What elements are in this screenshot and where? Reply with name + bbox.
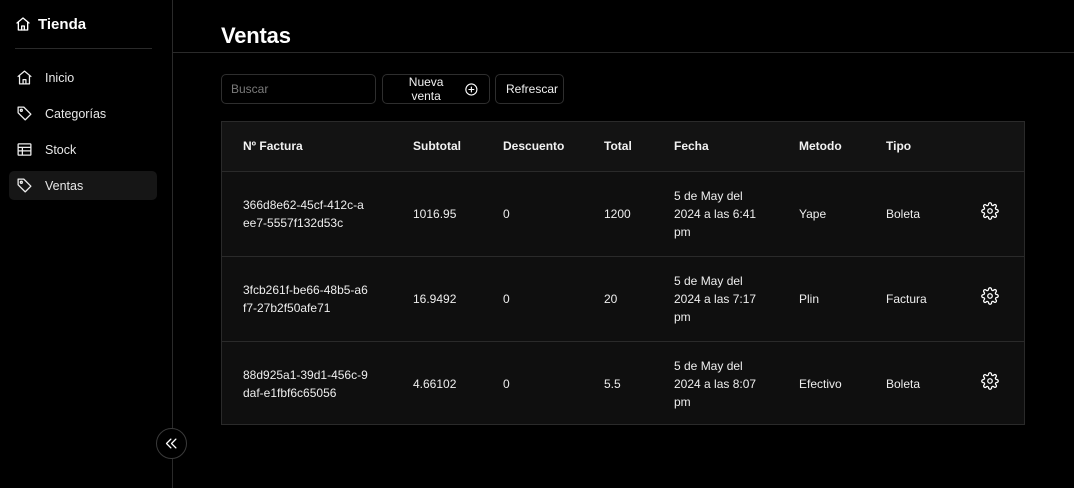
sidebar-item-inicio[interactable]: Inicio — [9, 63, 157, 92]
sidebar: Tienda Inicio Categorías Stock Ventas — [0, 0, 173, 488]
column-header-descuento: Descuento — [503, 122, 604, 172]
page-title: Ventas — [221, 23, 291, 48]
new-sale-button[interactable]: Nueva venta — [382, 74, 490, 104]
cell-subtotal: 4.66102 — [413, 376, 457, 391]
sidebar-item-label: Categorías — [45, 106, 107, 121]
cell-factura: 366d8e62-45cf-412c-aee7-5557f132d53c — [243, 197, 364, 230]
cell-descuento: 0 — [503, 376, 510, 391]
refresh-label: Refrescar — [506, 82, 559, 96]
cell-descuento: 0 — [503, 171, 604, 257]
brand[interactable]: Tienda — [15, 14, 86, 34]
sidebar-item-stock[interactable]: Stock — [9, 135, 157, 164]
divider — [173, 52, 1074, 53]
chevrons-left-icon — [165, 438, 177, 449]
cell-metodo: Yape — [799, 171, 886, 257]
cell-total: 20 — [604, 256, 674, 342]
table-row[interactable]: 366d8e62-45cf-412c-aee7-5557f132d53c 101… — [222, 171, 1024, 257]
cell-metodo: Plin — [799, 256, 886, 342]
tag-icon — [17, 106, 32, 121]
cell-subtotal: 1016.95 — [413, 171, 503, 257]
settings-gear-icon[interactable] — [981, 202, 999, 220]
column-header-tipo: Tipo — [886, 122, 976, 172]
column-header-subtotal: Subtotal — [413, 122, 503, 172]
sidebar-item-label: Ventas — [45, 178, 84, 193]
column-header-actions — [976, 122, 1024, 172]
table-row[interactable]: 3fcb261f-be66-48b5-a6f7-27b2f50afe71 16.… — [222, 256, 1024, 342]
cell-descuento: 0 — [503, 256, 604, 342]
sidebar-item-label: Stock — [45, 142, 77, 157]
sidebar-item-label: Inicio — [45, 70, 75, 85]
column-header-factura: Nº Factura — [222, 122, 413, 172]
cell-subtotal: 16.9492 — [413, 256, 503, 342]
cell-fecha: 5 de May del 2024 a las 7:17 pm — [674, 273, 757, 324]
column-header-fecha: Fecha — [674, 122, 799, 172]
cell-fecha: 5 de May del 2024 a las 8:07 pm — [674, 358, 757, 409]
cell-metodo: Efectivo — [799, 376, 842, 391]
sales-table: Nº Factura Subtotal Descuento Total Fech… — [221, 121, 1025, 425]
sidebar-item-categorias[interactable]: Categorías — [9, 99, 157, 128]
sidebar-nav: Inicio Categorías Stock Ventas — [9, 63, 157, 207]
new-sale-label: Nueva venta — [408, 75, 444, 103]
cell-total: 1200 — [604, 171, 674, 257]
cell-fecha: 5 de May del 2024 a las 6:41 pm — [674, 188, 757, 239]
table-row[interactable]: 88d925a1-39d1-456c-9daf-e1fbf6c65056 4.6… — [222, 341, 1024, 426]
cell-factura: 88d925a1-39d1-456c-9daf-e1fbf6c65056 — [243, 367, 368, 400]
column-header-total: Total — [604, 122, 674, 172]
column-header-metodo: Metodo — [799, 122, 886, 172]
tag-icon — [17, 178, 32, 193]
cell-factura: 3fcb261f-be66-48b5-a6f7-27b2f50afe71 — [243, 282, 368, 315]
home-icon — [17, 70, 32, 85]
refresh-button[interactable]: Refrescar — [495, 74, 564, 104]
table-icon — [17, 143, 32, 156]
home-icon — [16, 17, 30, 31]
collapse-sidebar-button[interactable] — [156, 428, 187, 459]
app-root: Tienda Inicio Categorías Stock Ventas Ve… — [0, 0, 1074, 488]
cell-tipo: Factura — [886, 256, 976, 342]
cell-tipo: Boleta — [886, 171, 976, 257]
cell-total: 5.5 — [604, 376, 621, 391]
divider — [15, 48, 152, 49]
table-header-row: Nº Factura Subtotal Descuento Total Fech… — [222, 122, 1024, 172]
settings-gear-icon[interactable] — [981, 287, 999, 305]
plus-circle-icon — [465, 82, 478, 96]
sidebar-item-ventas[interactable]: Ventas — [9, 171, 157, 200]
cell-tipo: Boleta — [886, 376, 921, 391]
search-input[interactable] — [221, 74, 376, 104]
settings-gear-icon[interactable] — [981, 372, 999, 391]
brand-name: Tienda — [38, 15, 87, 33]
